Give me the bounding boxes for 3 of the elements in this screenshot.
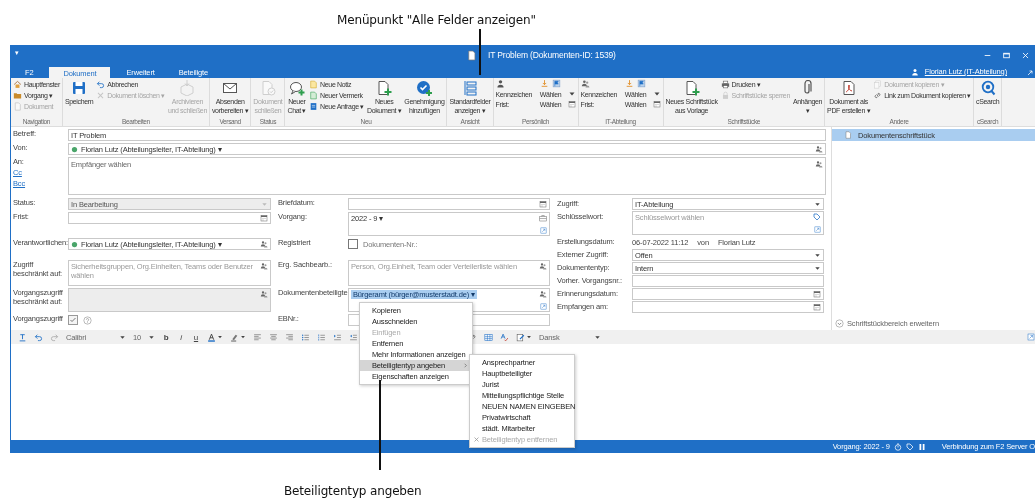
window-title: IT Problem (Dokumenten-ID: 1539): [488, 50, 616, 60]
annotation-text: Menüpunkt "Alle Felder anzeigen": [337, 13, 536, 27]
annotation-text: Beteiligtentyp angeben: [284, 484, 422, 498]
